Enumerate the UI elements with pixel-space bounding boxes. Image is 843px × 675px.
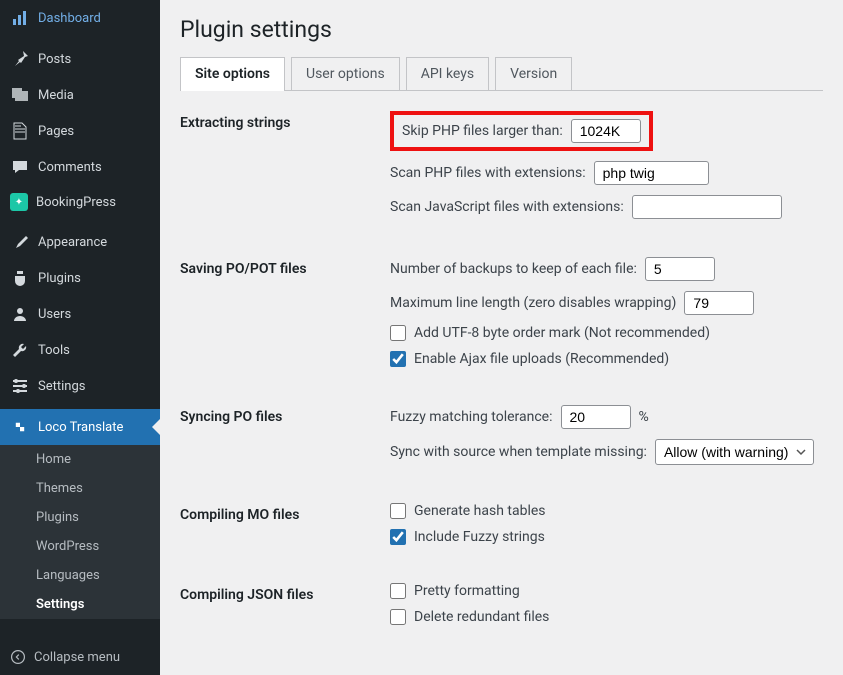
submenu-settings[interactable]: Settings: [0, 590, 160, 619]
main-content: Plugin settings Site options User option…: [160, 0, 843, 675]
sidebar-item-appearance[interactable]: Appearance: [0, 224, 160, 260]
section-extracting-strings: Extracting strings Skip PHP files larger…: [180, 111, 823, 229]
pretty-format-checkbox[interactable]: [390, 583, 406, 599]
plug-icon: [10, 268, 30, 288]
sidebar-item-loco-translate[interactable]: A Loco Translate: [0, 409, 160, 445]
fuzzy-strings-checkbox[interactable]: [390, 529, 406, 545]
sidebar-label: Appearance: [38, 235, 107, 250]
media-icon: [10, 85, 30, 105]
page-title: Plugin settings: [180, 16, 823, 43]
sidebar-item-posts[interactable]: Posts: [0, 41, 160, 77]
svg-text:A: A: [17, 423, 20, 428]
loco-submenu: Home Themes Plugins WordPress Languages …: [0, 445, 160, 619]
comment-icon: [10, 157, 30, 177]
sidebar-label: Pages: [38, 124, 74, 139]
scan-php-label: Scan PHP files with extensions:: [390, 165, 586, 181]
section-compiling-mo: Compiling MO files Generate hash tables …: [180, 503, 823, 555]
sidebar-label: Tools: [38, 343, 70, 358]
sidebar-item-dashboard[interactable]: Dashboard: [0, 0, 160, 36]
pages-icon: [10, 121, 30, 141]
section-saving-po-pot: Saving PO/POT files Number of backups to…: [180, 257, 823, 377]
sidebar-item-pages[interactable]: Pages: [0, 113, 160, 149]
delete-redundant-checkbox[interactable]: [390, 609, 406, 625]
tab-site-options[interactable]: Site options: [180, 57, 285, 90]
sidebar-item-comments[interactable]: Comments: [0, 149, 160, 185]
submenu-languages[interactable]: Languages: [0, 561, 160, 590]
section-syncing-po: Syncing PO files Fuzzy matching toleranc…: [180, 405, 823, 475]
sidebar-item-plugins[interactable]: Plugins: [0, 260, 160, 296]
submenu-plugins[interactable]: Plugins: [0, 503, 160, 532]
section-heading: Extracting strings: [180, 111, 390, 229]
sidebar-label: Comments: [38, 160, 102, 175]
hash-tables-label: Generate hash tables: [414, 503, 546, 519]
fuzzy-suffix: %: [639, 409, 649, 425]
scan-js-input[interactable]: [632, 195, 782, 219]
sidebar-item-media[interactable]: Media: [0, 77, 160, 113]
sidebar-item-bookingpress[interactable]: ✦ BookingPress: [0, 185, 160, 219]
submenu-wordpress[interactable]: WordPress: [0, 532, 160, 561]
sync-label: Sync with source when template missing:: [390, 444, 647, 460]
scan-php-input[interactable]: [594, 161, 709, 185]
line-length-input[interactable]: [684, 291, 754, 315]
sidebar-label: Plugins: [38, 271, 81, 286]
scan-js-label: Scan JavaScript files with extensions:: [390, 199, 624, 215]
dashboard-icon: [10, 8, 30, 28]
fuzzy-input[interactable]: [561, 405, 631, 429]
tab-user-options[interactable]: User options: [291, 57, 400, 90]
loco-translate-icon: A: [10, 417, 30, 437]
sidebar-item-settings[interactable]: Settings: [0, 368, 160, 404]
collapse-menu-button[interactable]: Collapse menu: [0, 639, 160, 675]
bom-label: Add UTF-8 byte order mark (Not recommend…: [414, 325, 710, 341]
wrench-icon: [10, 340, 30, 360]
bookingpress-icon: ✦: [10, 193, 28, 211]
section-heading: Compiling MO files: [180, 503, 390, 555]
section-heading: Compiling JSON files: [180, 583, 390, 635]
section-compiling-json: Compiling JSON files Pretty formatting D…: [180, 583, 823, 635]
sidebar-label: Posts: [38, 52, 71, 67]
collapse-icon: [10, 649, 26, 665]
sidebar-label: Users: [38, 307, 71, 322]
bom-checkbox[interactable]: [390, 325, 406, 341]
ajax-uploads-checkbox[interactable]: [390, 351, 406, 367]
section-heading: Saving PO/POT files: [180, 257, 390, 377]
sidebar-label: Dashboard: [38, 11, 101, 26]
brush-icon: [10, 232, 30, 252]
tabs: Site options User options API keys Versi…: [180, 57, 823, 91]
line-length-label: Maximum line length (zero disables wrapp…: [390, 295, 676, 311]
collapse-label: Collapse menu: [34, 650, 120, 665]
pin-icon: [10, 49, 30, 69]
delete-redundant-label: Delete redundant files: [414, 609, 549, 625]
sidebar-label: Settings: [38, 379, 85, 394]
admin-sidebar: Dashboard Posts Media Pages Comments ✦ B…: [0, 0, 160, 675]
sidebar-label: Loco Translate: [38, 420, 123, 435]
sliders-icon: [10, 376, 30, 396]
tab-version[interactable]: Version: [495, 57, 572, 90]
pretty-format-label: Pretty formatting: [414, 583, 520, 599]
backups-label: Number of backups to keep of each file:: [390, 261, 637, 277]
submenu-themes[interactable]: Themes: [0, 474, 160, 503]
skip-php-label: Skip PHP files larger than:: [402, 123, 563, 139]
tab-api-keys[interactable]: API keys: [406, 57, 489, 90]
ajax-uploads-label: Enable Ajax file uploads (Recommended): [414, 351, 669, 367]
fuzzy-label: Fuzzy matching tolerance:: [390, 409, 553, 425]
sidebar-label: Media: [38, 88, 74, 103]
user-icon: [10, 304, 30, 324]
submenu-home[interactable]: Home: [0, 445, 160, 474]
section-heading: Syncing PO files: [180, 405, 390, 475]
sidebar-label: BookingPress: [36, 195, 116, 210]
backups-input[interactable]: [645, 257, 715, 281]
highlighted-setting: Skip PHP files larger than:: [390, 111, 653, 151]
skip-php-input[interactable]: [571, 119, 641, 143]
sidebar-item-users[interactable]: Users: [0, 296, 160, 332]
sidebar-item-tools[interactable]: Tools: [0, 332, 160, 368]
sync-select[interactable]: Allow (with warning): [655, 439, 814, 465]
fuzzy-strings-label: Include Fuzzy strings: [414, 529, 545, 545]
hash-tables-checkbox[interactable]: [390, 503, 406, 519]
